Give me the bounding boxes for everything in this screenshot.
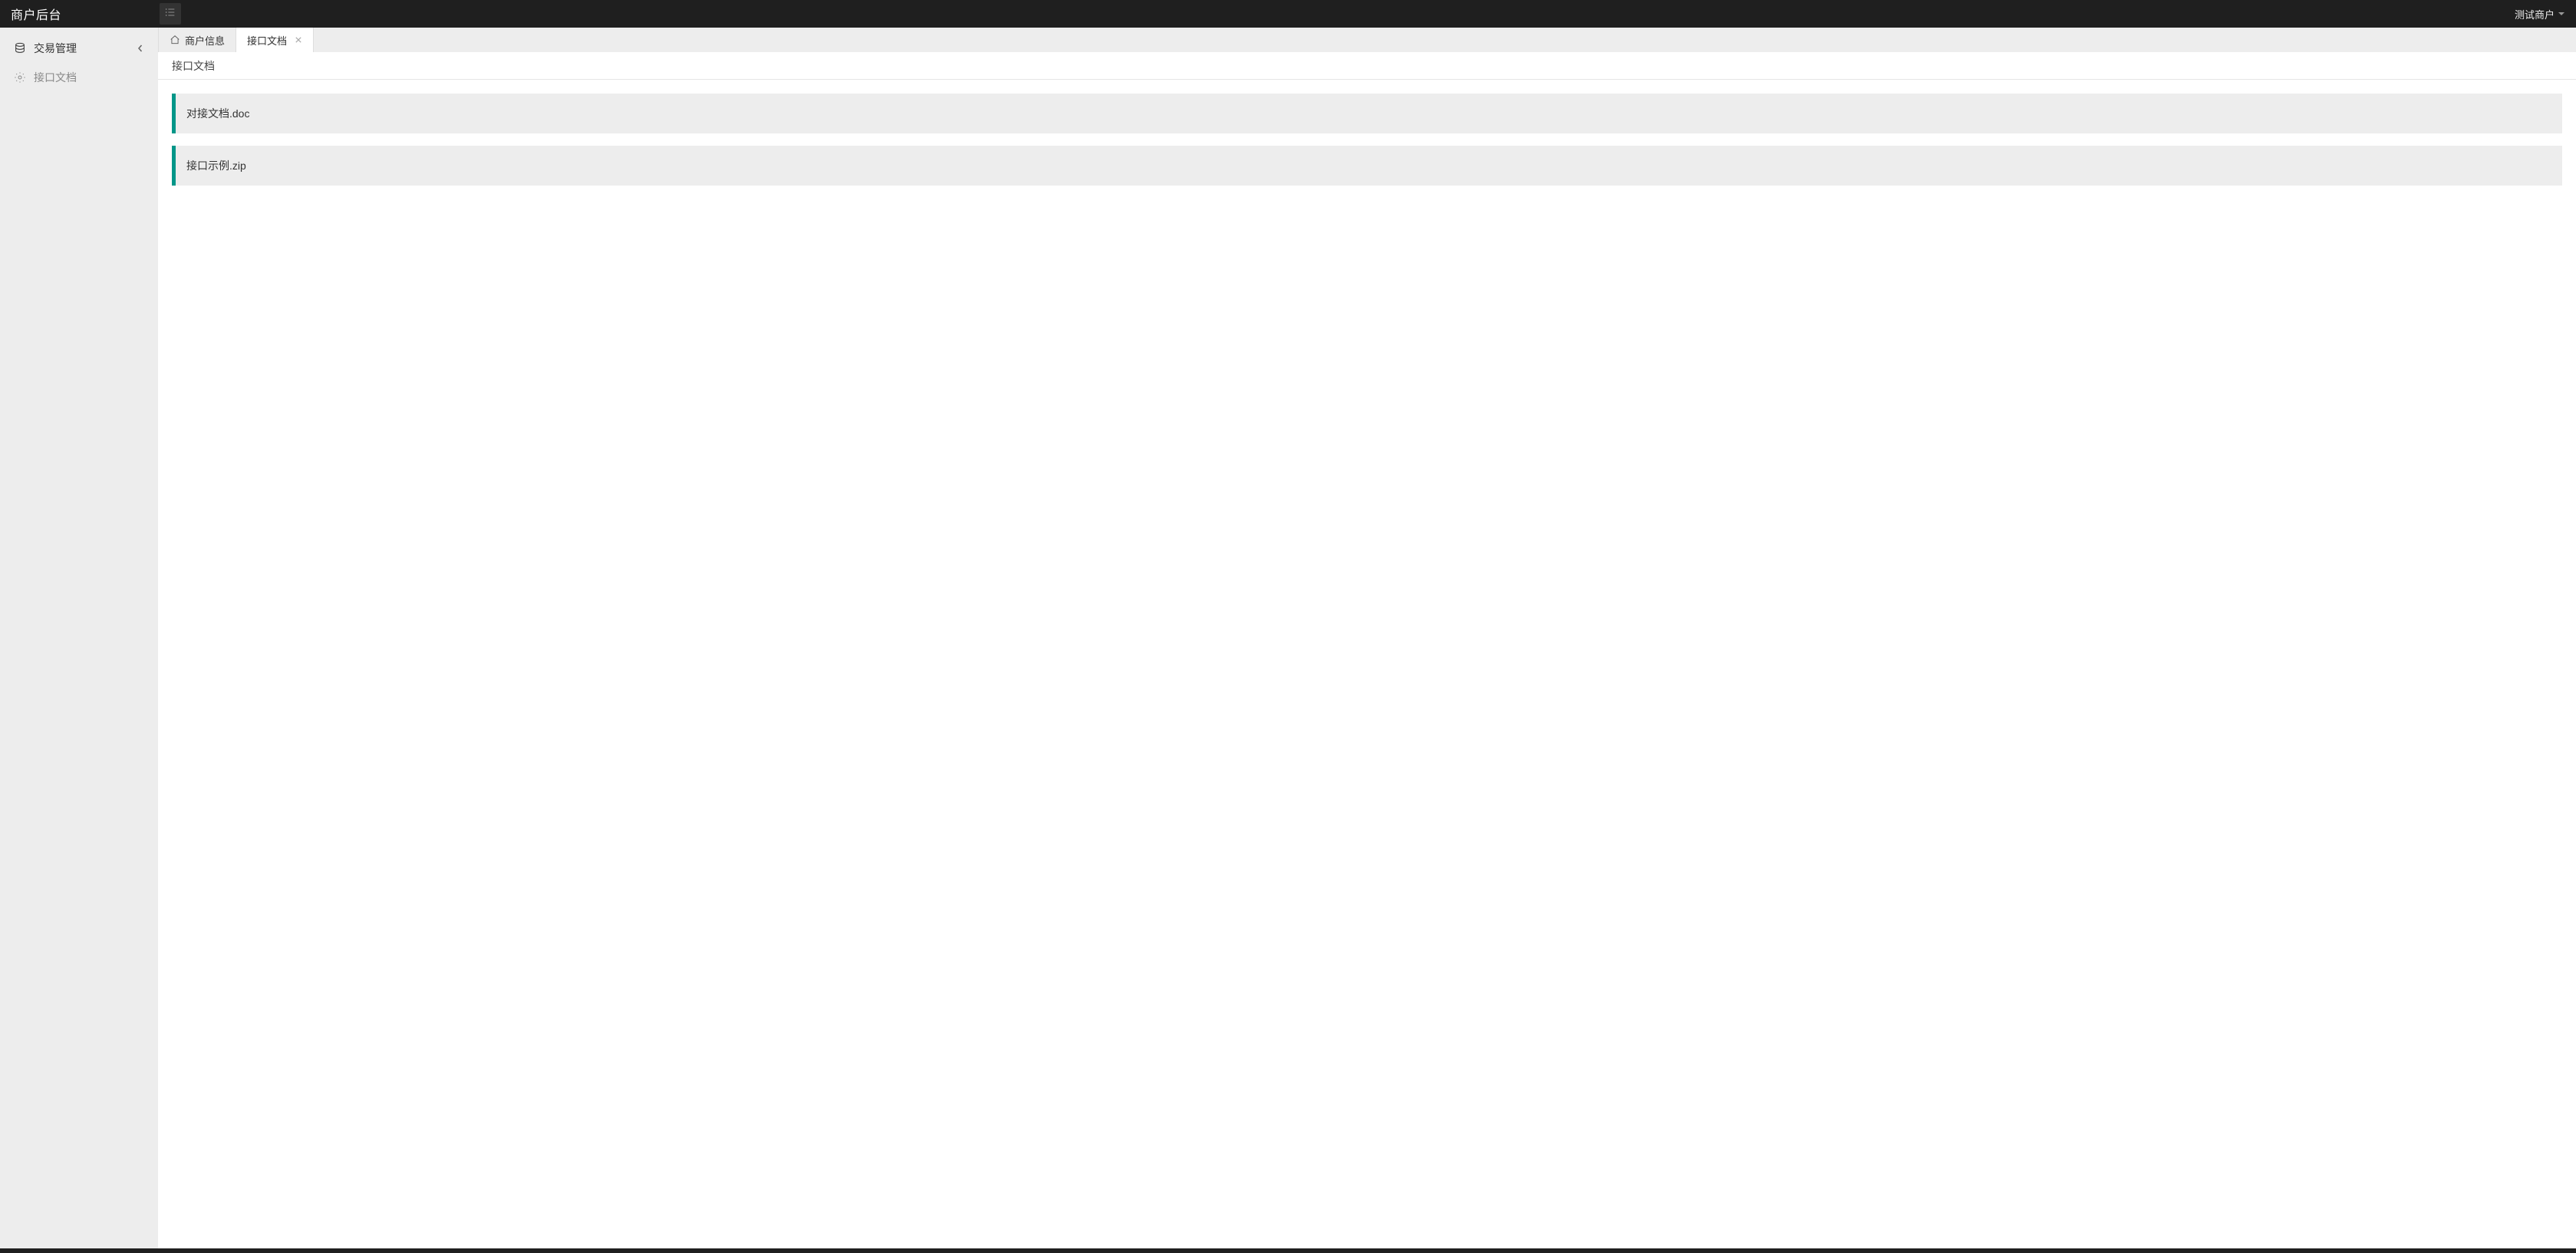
tab-merchant-info[interactable]: 商户信息 <box>158 28 236 52</box>
content-area: 对接文档.doc 接口示例.zip <box>158 80 2576 1248</box>
user-dropdown[interactable]: 测试商户 <box>2515 7 2565 21</box>
chevron-left-icon <box>137 44 144 52</box>
user-name-label: 测试商户 <box>2515 7 2555 21</box>
menu-list-icon <box>164 6 176 22</box>
app-root: 商户后台 测试商户 交易管理 <box>0 0 2576 1253</box>
document-name: 对接文档.doc <box>186 107 249 120</box>
tab-label: 商户信息 <box>185 33 225 48</box>
menu-toggle-button[interactable] <box>160 3 181 25</box>
document-name: 接口示例.zip <box>186 160 246 172</box>
main-area: 商户信息 接口文档 接口文档 对接文档.doc 接口示例.zip <box>158 28 2576 1248</box>
tab-api-docs[interactable]: 接口文档 <box>236 28 314 52</box>
tab-label: 接口文档 <box>247 33 287 48</box>
sidebar: 交易管理 接口文档 <box>0 28 158 1248</box>
app-title: 商户后台 <box>11 5 61 23</box>
sidebar-item-api-docs[interactable]: 接口文档 <box>0 63 158 92</box>
sidebar-item-label: 交易管理 <box>34 41 77 56</box>
body-container: 交易管理 接口文档 商户信息 <box>0 28 2576 1248</box>
tabs-bar: 商户信息 接口文档 <box>158 28 2576 52</box>
document-item[interactable]: 接口示例.zip <box>172 146 2562 186</box>
breadcrumb: 接口文档 <box>158 52 2576 80</box>
header-bar: 商户后台 测试商户 <box>0 0 2576 28</box>
home-icon <box>170 35 180 45</box>
sidebar-item-transactions[interactable]: 交易管理 <box>0 34 158 63</box>
breadcrumb-text: 接口文档 <box>172 58 215 74</box>
caret-down-icon <box>2558 8 2565 20</box>
gear-icon <box>14 71 26 84</box>
footer-bar <box>0 1248 2576 1253</box>
database-icon <box>14 42 26 54</box>
document-item[interactable]: 对接文档.doc <box>172 94 2562 133</box>
close-icon[interactable] <box>295 36 302 44</box>
sidebar-item-label: 接口文档 <box>34 70 77 85</box>
